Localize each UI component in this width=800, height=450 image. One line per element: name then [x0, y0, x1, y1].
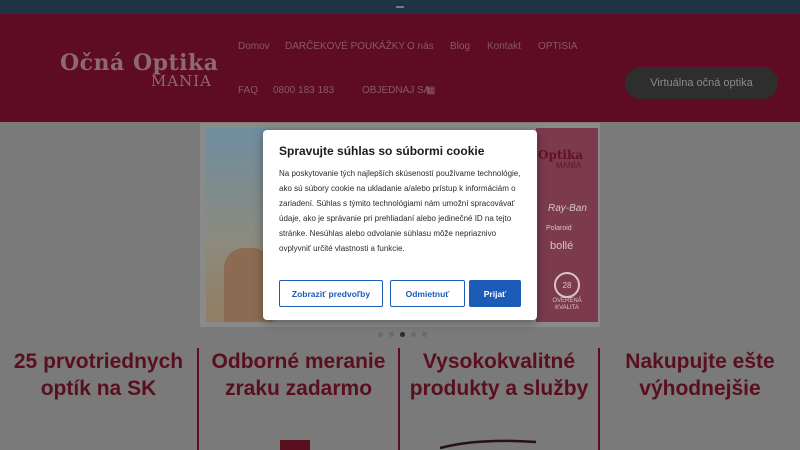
cookie-title: Spravujte súhlas so súbormi cookie — [279, 144, 485, 158]
cookie-body: Na poskytovanie tých najlepších skúsenos… — [279, 169, 521, 253]
cookie-consent-dialog: Spravujte súhlas so súbormi cookie Na po… — [263, 130, 537, 320]
deny-button[interactable]: Odmietnuť — [390, 280, 465, 307]
accept-button[interactable]: Prijať — [469, 280, 521, 307]
view-preferences-button[interactable]: Zobraziť predvoľby — [279, 280, 383, 307]
